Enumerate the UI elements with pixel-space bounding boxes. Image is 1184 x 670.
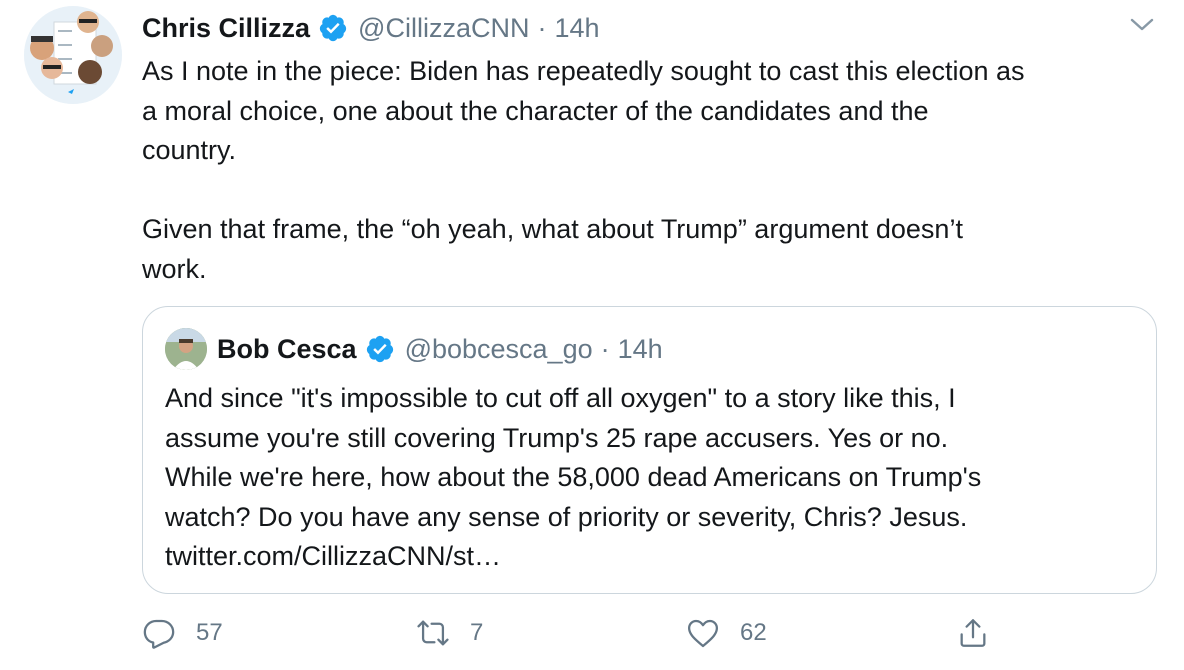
quoted-header-separator: · [600,333,610,364]
quoted-author-avatar [165,328,207,370]
chevron-down-icon[interactable] [1126,8,1158,40]
retweet-button[interactable]: 7 [416,616,483,650]
retweet-count: 7 [470,619,484,646]
reply-button[interactable]: 57 [142,616,223,650]
author-avatar-image [24,6,122,104]
author-handle[interactable]: @CillizzaCNN [358,13,529,44]
retweet-icon [417,620,449,646]
tweet-header: Chris Cillizza @CillizzaCNN · 14h [142,8,600,48]
quoted-author-name: Bob Cesca [217,333,357,364]
reply-icon [143,619,175,649]
verified-badge-icon [318,13,348,43]
reply-count: 57 [196,619,223,646]
like-button[interactable]: 62 [686,616,767,650]
verified-badge-icon [365,334,395,364]
heart-icon [687,619,719,648]
quoted-tweet-text: And since "it's impossible to cut off al… [165,383,982,571]
quoted-tweet-timestamp: 14h [617,333,663,364]
like-count: 62 [740,619,767,646]
header-separator: · [537,12,547,43]
tweet-text: As I note in the piece: Biden has repeat… [142,56,1025,284]
quoted-tweet-header: Bob Cesca @bobcesca_go · 14h [165,328,663,370]
author-avatar[interactable] [24,6,122,104]
share-button[interactable] [956,616,990,650]
tweet-actions: 57 7 62 [142,616,1182,656]
quoted-tweet[interactable]: Bob Cesca @bobcesca_go · 14h And since "… [142,306,1157,594]
share-icon [960,619,986,647]
quoted-author-handle: @bobcesca_go [404,333,593,364]
tweet-timestamp[interactable]: 14h [554,13,599,44]
author-name[interactable]: Chris Cillizza [142,13,310,44]
